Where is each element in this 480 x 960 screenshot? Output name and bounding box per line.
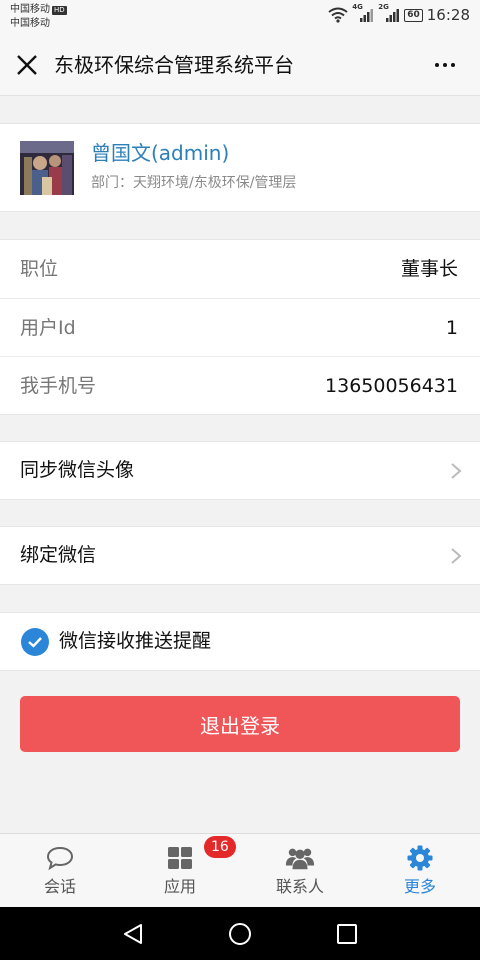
tab-label: 联系人 bbox=[275, 877, 324, 896]
grid-apps-icon bbox=[165, 844, 195, 872]
info-value: 1 bbox=[445, 316, 458, 339]
info-row-phone: 我手机号 13650056431 bbox=[0, 357, 480, 416]
signal-strength-icon-2: 2G bbox=[378, 3, 400, 23]
info-label: 用户Id bbox=[20, 316, 76, 339]
tab-apps[interactable]: 16 应用 bbox=[120, 834, 240, 908]
home-circle-icon bbox=[229, 923, 251, 945]
contacts-icon bbox=[285, 844, 315, 872]
more-dot bbox=[435, 63, 439, 67]
info-row-position: 职位 董事长 bbox=[0, 240, 480, 299]
bind-wechat-item[interactable]: 绑定微信 bbox=[0, 526, 480, 585]
wifi-icon bbox=[328, 7, 348, 23]
info-label: 职位 bbox=[20, 258, 59, 280]
tab-chat[interactable]: 会话 bbox=[0, 834, 120, 908]
avatar[interactable] bbox=[20, 141, 74, 195]
clock: 16:28 bbox=[426, 6, 470, 24]
back-button[interactable] bbox=[119, 920, 147, 948]
carrier-name-2: 中国移动 bbox=[10, 18, 50, 29]
sync-wechat-avatar-label: 同步微信头像 bbox=[20, 459, 135, 481]
push-notify-label: 微信接收推送提醒 bbox=[59, 630, 212, 652]
more-options-button[interactable] bbox=[428, 50, 462, 80]
push-notify-checkbox[interactable] bbox=[21, 628, 49, 656]
tab-contacts[interactable]: 联系人 bbox=[240, 834, 360, 908]
info-value: 13650056431 bbox=[325, 375, 458, 397]
info-value: 董事长 bbox=[400, 258, 458, 280]
info-label: 我手机号 bbox=[20, 375, 97, 397]
user-department: 部门：天翔环境/东极环保/管理层 bbox=[91, 175, 297, 191]
wechat-push-notify-item[interactable]: 微信接收推送提醒 bbox=[0, 612, 480, 671]
bind-wechat-label: 绑定微信 bbox=[20, 544, 97, 566]
tab-label: 会话 bbox=[43, 877, 76, 896]
recent-apps-square-icon bbox=[337, 924, 357, 944]
page-title: 东极环保综合管理系统平台 bbox=[54, 53, 294, 77]
status-indicators: 4G 2G 60 16:28 bbox=[328, 3, 470, 24]
signal-strength-icon-1: 4G bbox=[352, 3, 374, 23]
status-bar: 中国移动 HD 中国移动 4G 2G 60 16:28 bbox=[0, 0, 480, 34]
more-dot bbox=[451, 63, 455, 67]
bottom-tab-bar: 会话 16 应用 联系人 更多 bbox=[0, 833, 480, 907]
home-button[interactable] bbox=[226, 920, 254, 948]
title-bar: 东极环保综合管理系统平台 bbox=[0, 34, 480, 96]
tab-label: 更多 bbox=[403, 877, 436, 896]
profile-card[interactable]: 曾国文(admin) 部门：天翔环境/东极环保/管理层 bbox=[0, 123, 480, 212]
unread-badge: 16 bbox=[204, 836, 236, 858]
info-row-user-id: 用户Id 1 bbox=[0, 299, 480, 357]
chat-bubble-icon bbox=[45, 844, 75, 872]
chevron-right-icon bbox=[451, 463, 462, 479]
tab-label: 应用 bbox=[163, 877, 196, 896]
user-info-card: 职位 董事长 用户Id 1 我手机号 13650056431 bbox=[0, 239, 480, 415]
gear-icon bbox=[405, 844, 435, 872]
system-navigation-bar bbox=[0, 907, 480, 960]
hd-badge: HD bbox=[52, 5, 67, 15]
close-icon bbox=[17, 55, 37, 75]
recent-apps-button[interactable] bbox=[333, 920, 361, 948]
back-triangle-icon bbox=[124, 924, 142, 944]
close-button[interactable] bbox=[12, 50, 42, 80]
tab-more[interactable]: 更多 bbox=[360, 834, 480, 908]
logout-button[interactable]: 退出登录 bbox=[20, 696, 460, 752]
checkmark-icon bbox=[28, 637, 42, 648]
carrier-info: 中国移动 HD 中国移动 bbox=[10, 3, 67, 31]
sync-wechat-avatar-item[interactable]: 同步微信头像 bbox=[0, 441, 480, 500]
carrier-name-1: 中国移动 bbox=[10, 4, 50, 15]
battery-icon: 60 bbox=[404, 8, 423, 22]
more-dot bbox=[443, 63, 447, 67]
user-name[interactable]: 曾国文(admin) bbox=[91, 140, 229, 166]
chevron-right-icon bbox=[451, 548, 462, 564]
